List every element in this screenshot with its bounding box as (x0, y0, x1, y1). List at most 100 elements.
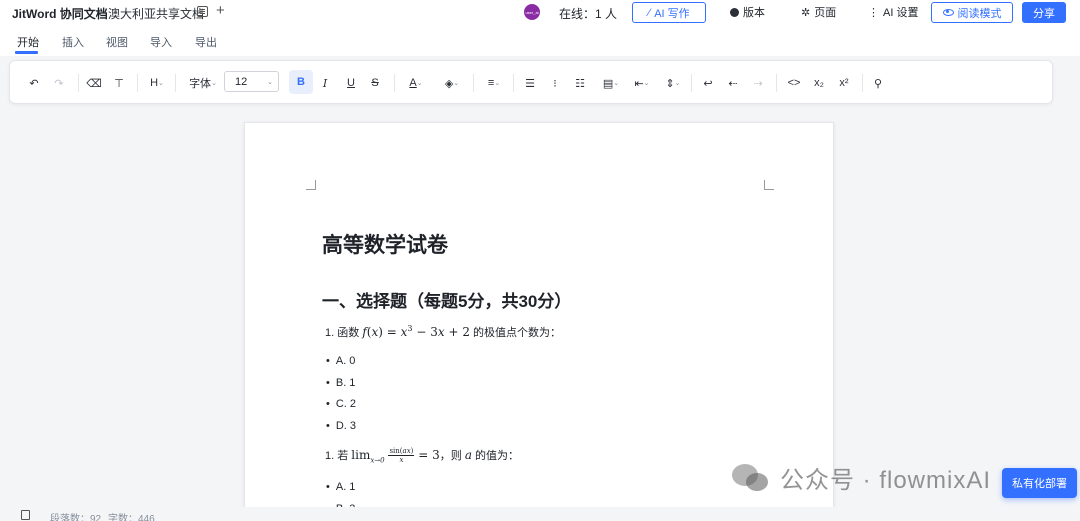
app-title: JitWord 协同文档 (12, 7, 108, 21)
search-icon[interactable]: ⚲ (872, 75, 884, 91)
chevron-down-icon: ⌄ (211, 80, 217, 87)
eye-icon (942, 9, 954, 16)
toolbar-divider (691, 74, 692, 92)
watermark-text: 公众号 · flowmixAI (780, 467, 992, 494)
outdent-icon[interactable]: ⇠ (727, 75, 739, 91)
page-button[interactable]: ✲ 页面 (801, 4, 836, 20)
chevron-down-icon: ⌄ (674, 80, 681, 87)
document-title: 高等数学试卷 (322, 234, 448, 257)
margin-corner-marker (306, 180, 316, 190)
question-2-middle: ，则 (439, 450, 465, 462)
active-tab-indicator (15, 51, 38, 54)
question-2-variable: a (464, 448, 472, 462)
document-name[interactable]: 澳大利亚共享文档 (108, 5, 204, 22)
top-bar: JitWord 协同文档 澳大利亚共享文档 + user_ai 在线：1 人 ⁄… (0, 0, 1080, 26)
heading-label: H (150, 77, 159, 89)
eraser-icon[interactable]: ⌫ (86, 75, 102, 91)
chevron-down-icon: ⌄ (267, 78, 273, 86)
align-dropdown[interactable]: ≡ ⌄ (483, 75, 505, 91)
page-label: 页面 (814, 7, 837, 19)
ai-settings-button[interactable]: ⋮ AI 设置 (868, 4, 918, 20)
underline-button[interactable]: U (345, 75, 357, 91)
superscript-button[interactable]: x² (837, 75, 851, 91)
toolbar-divider (137, 74, 138, 92)
add-document-icon[interactable]: + (216, 2, 225, 20)
wechat-icon (732, 462, 772, 494)
version-button[interactable]: 版本 (730, 4, 765, 20)
share-button[interactable]: 分享 (1022, 2, 1066, 23)
bullet-list-icon[interactable]: ☰ (524, 75, 536, 91)
toolbar-divider (513, 74, 514, 92)
line-height-dropdown[interactable]: ▤ ⌄ (599, 75, 623, 91)
paragraph-spacing-dropdown[interactable]: ⇕ ⌄ (661, 75, 685, 91)
indent-icon[interactable]: ⇢ (752, 75, 764, 91)
menu-tabs: 开始 插入 视图 导入 导出 (0, 26, 1080, 56)
ai-write-button[interactable]: ⁄ AI 写作 (632, 2, 706, 23)
font-size-value: 12 (235, 75, 248, 88)
indent-icon: ⇤ (634, 77, 644, 90)
private-deploy-button[interactable]: 私有化部署 (1002, 468, 1077, 498)
chevron-down-icon: ⌄ (158, 80, 164, 87)
magic-wand-icon: ⁄ (648, 6, 651, 19)
question-1-suffix: 的极值点个数为： (469, 327, 562, 339)
version-icon (730, 7, 739, 17)
margin-corner-marker (764, 180, 774, 190)
font-family-label: 字体 (189, 78, 212, 90)
redo-icon[interactable]: ↷ (53, 75, 65, 91)
format-painter-icon[interactable]: ⊤ (113, 75, 125, 91)
line-height-icon: ▤ (602, 77, 614, 90)
list-item: A. 1 (326, 481, 356, 493)
undo-icon[interactable]: ↶ (28, 75, 40, 91)
tab-view[interactable]: 视图 (106, 34, 128, 50)
document-stats-icon (21, 510, 30, 520)
chevron-down-icon: ⌄ (613, 80, 620, 87)
question-1: 1. 函数 f(x) = x3 − 3x + 2 的极值点个数为： (325, 324, 561, 340)
highlight-color-dropdown[interactable]: ◈ ⌄ (440, 75, 464, 91)
document-outline-icon[interactable] (197, 6, 208, 17)
indent-dropdown[interactable]: ⇤ ⌄ (630, 75, 654, 91)
italic-button[interactable]: I (319, 75, 331, 91)
toolbar-divider (776, 74, 777, 92)
code-button[interactable]: <> (787, 75, 801, 91)
tab-export[interactable]: 导出 (195, 34, 217, 50)
strikethrough-button[interactable]: S (369, 75, 381, 91)
status-bar: 段落数：92 字数：446 (0, 507, 1080, 521)
ai-write-label: AI 写作 (654, 7, 690, 20)
question-2: 1. 若 limx→0 sin(ax) x = 3，则 a 的值为： (325, 447, 519, 464)
gear-icon: ✲ (801, 6, 811, 19)
text-color-icon: A (409, 77, 417, 89)
ai-settings-label: AI 设置 (883, 7, 919, 19)
chevron-down-icon: ⌄ (643, 80, 650, 87)
list-item: D. 3 (326, 420, 356, 432)
toolbar-divider (394, 74, 395, 92)
list-item: B. 1 (326, 377, 356, 389)
more-vertical-icon: ⋮ (868, 6, 879, 19)
question-1-prefix: 1. 函数 (325, 327, 363, 339)
toolbar-divider (862, 74, 863, 92)
tab-import[interactable]: 导入 (150, 34, 172, 50)
wechat-watermark: 公众号 · flowmixAI (732, 460, 991, 495)
wrap-text-icon[interactable]: ↩ (702, 75, 714, 91)
list-item: A. 0 (326, 355, 356, 367)
toolbar-divider (175, 74, 176, 92)
toolbar-divider (473, 74, 474, 92)
word-count: 字数：446 (108, 514, 155, 521)
avatar[interactable]: user_ai (524, 4, 540, 20)
question-2-prefix: 1. 若 (325, 450, 352, 462)
bold-button[interactable]: B (289, 70, 313, 94)
task-list-icon[interactable]: ☷ (574, 75, 586, 91)
section-heading: 一、选择题（每题5分，共30分） (322, 292, 572, 311)
read-mode-button[interactable]: 阅读模式 (931, 2, 1013, 23)
chevron-down-icon: ⌄ (494, 80, 501, 87)
font-family-dropdown[interactable]: 字体 ⌄ (188, 75, 218, 91)
spacing-icon: ⇕ (665, 77, 675, 90)
tab-start[interactable]: 开始 (17, 34, 39, 50)
question-1-formula: f(x) = x3 − 3x + 2 (362, 324, 470, 339)
subscript-button[interactable]: x₂ (812, 75, 826, 91)
font-size-select[interactable]: 12 ⌄ (224, 71, 279, 92)
text-color-dropdown[interactable]: A ⌄ (404, 75, 428, 91)
online-count: 在线：1 人 (559, 7, 618, 21)
heading-dropdown[interactable]: H ⌄ (147, 75, 167, 91)
tab-insert[interactable]: 插入 (62, 34, 84, 50)
ordered-list-icon[interactable]: ⁝ (549, 75, 561, 91)
